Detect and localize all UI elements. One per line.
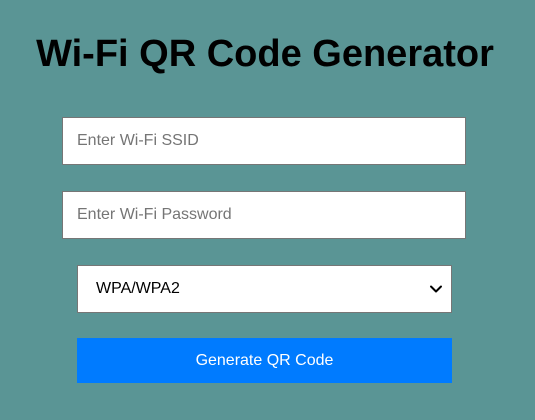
page-title: Wi-Fi QR Code Generator (36, 33, 494, 75)
generate-qr-button[interactable]: Generate QR Code (77, 338, 452, 383)
password-input[interactable] (62, 191, 466, 239)
chevron-down-icon (430, 285, 442, 293)
encryption-select[interactable]: WPA/WPA2 (77, 265, 452, 313)
ssid-input[interactable] (62, 117, 466, 165)
encryption-select-value: WPA/WPA2 (96, 280, 180, 297)
